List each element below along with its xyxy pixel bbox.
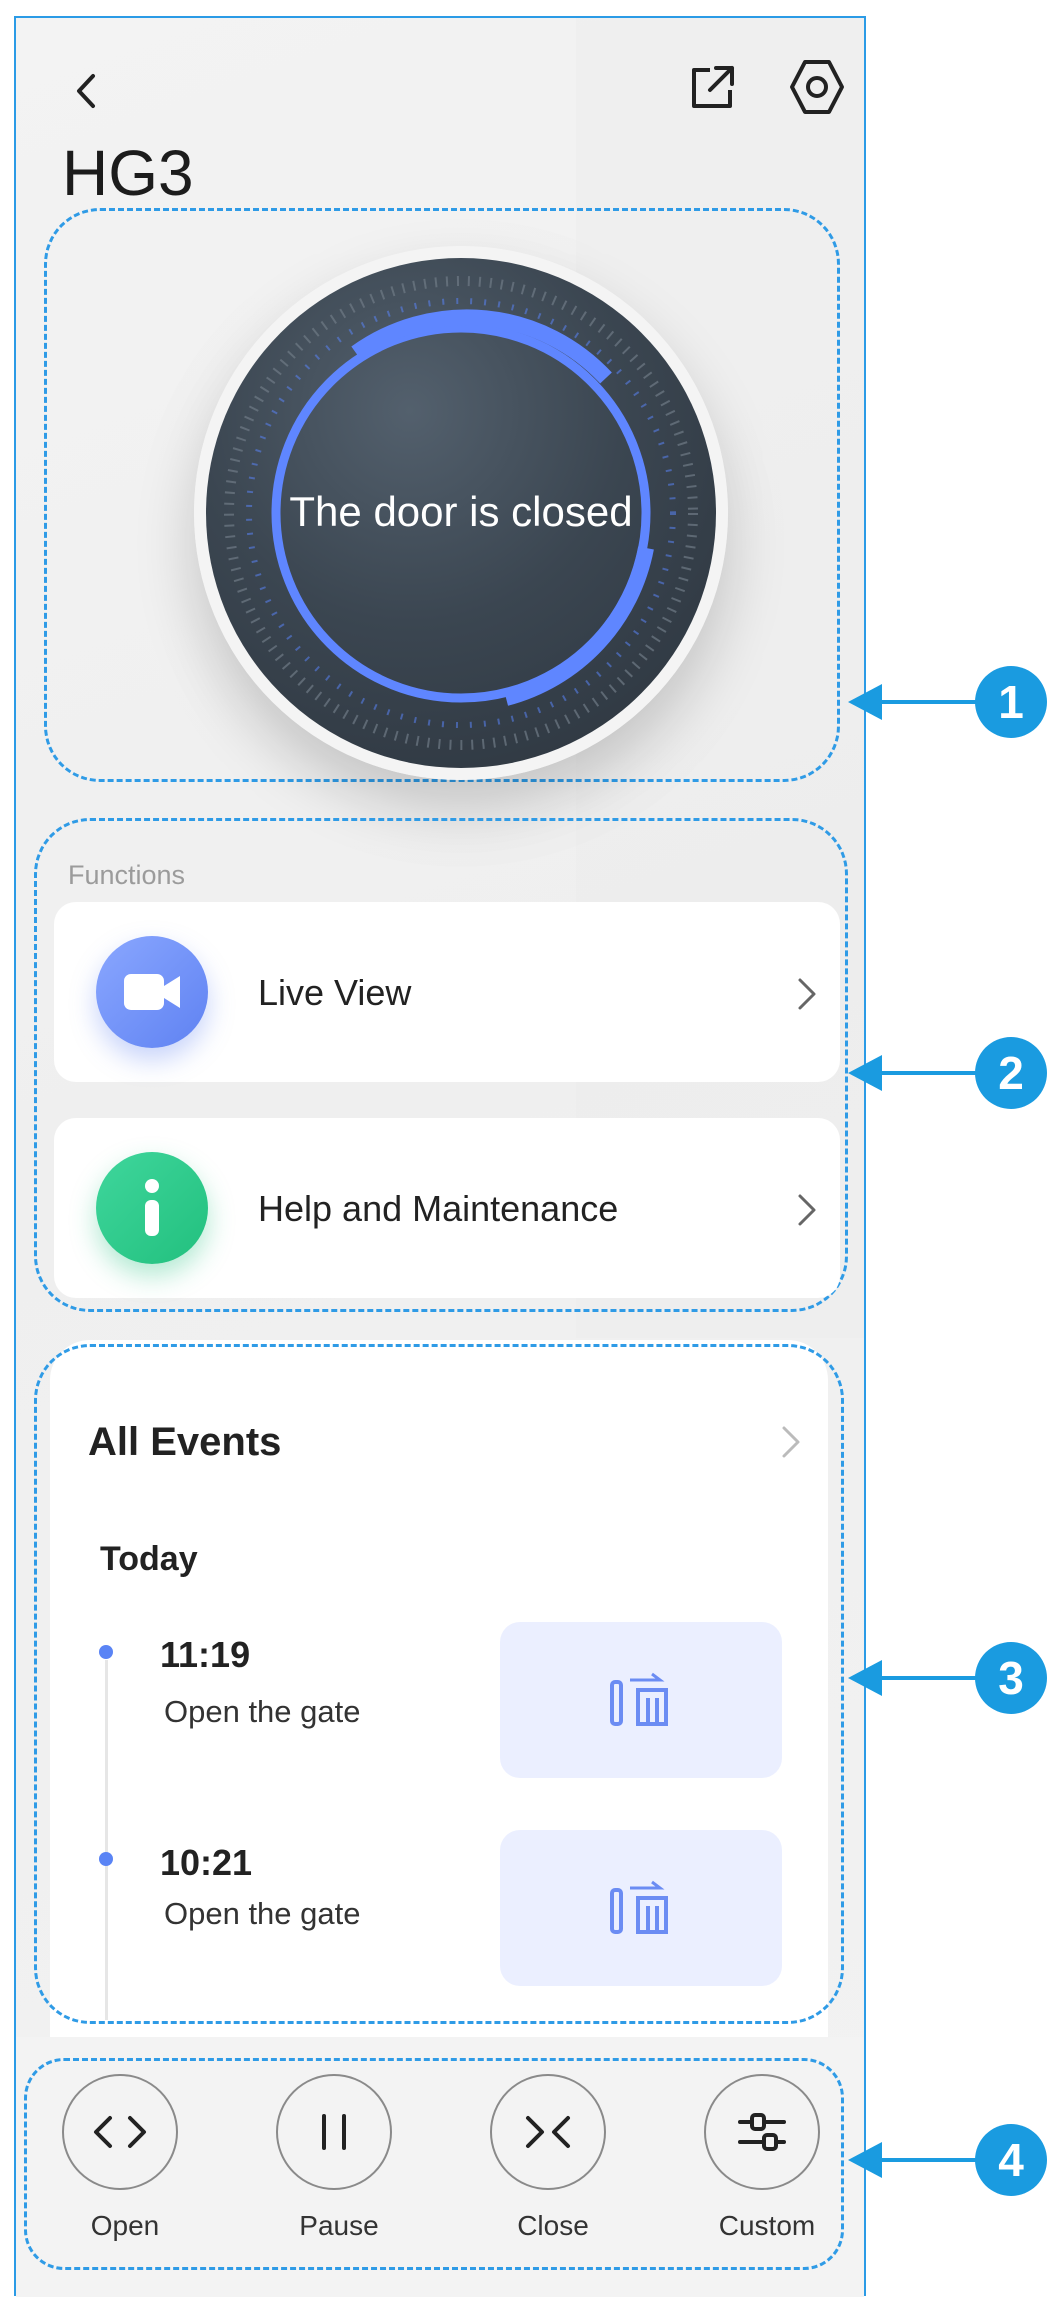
gate-open-icon (610, 1880, 668, 1934)
chevron-right-icon (798, 978, 816, 1010)
live-view-label: Live View (258, 972, 412, 1013)
sliders-icon (738, 2113, 786, 2151)
open-button[interactable] (62, 2074, 178, 2190)
help-maintenance-label: Help and Maintenance (258, 1188, 619, 1229)
callout-badge-4: 4 (975, 2124, 1047, 2196)
callout-arrow-4 (848, 2142, 882, 2178)
callout-badge-1: 1 (975, 666, 1047, 738)
gear-hexagon-icon[interactable] (786, 56, 848, 118)
callout-badge-3: 3 (975, 1642, 1047, 1714)
event-time: 11:19 (160, 1634, 251, 1675)
all-events-link[interactable]: All Events (88, 1420, 281, 1465)
event-description: Open the gate (164, 1694, 361, 1729)
callout-line-1 (878, 700, 978, 704)
callout-badge-2: 2 (975, 1037, 1047, 1109)
custom-button[interactable] (704, 2074, 820, 2190)
timeline-dot (99, 1852, 113, 1866)
pause-button[interactable] (276, 2074, 392, 2190)
chevron-right-icon[interactable] (780, 1424, 802, 1460)
pause-label: Pause (299, 2210, 379, 2241)
callout-arrow-2 (848, 1055, 882, 1091)
custom-label: Custom (718, 2210, 816, 2241)
close-arrows-icon (526, 2116, 570, 2148)
timeline-dot (99, 1645, 113, 1659)
close-button[interactable] (490, 2074, 606, 2190)
help-maintenance-card[interactable]: Help and Maintenance (54, 1118, 840, 1298)
event-time: 10:21 (160, 1842, 253, 1883)
open-label: Open (90, 2210, 160, 2241)
external-link-icon[interactable] (684, 60, 740, 116)
info-icon (96, 1152, 208, 1264)
pause-icon (322, 2114, 346, 2150)
callout-line-3 (878, 1676, 978, 1680)
callout-arrow-1 (848, 684, 882, 720)
chevron-right-icon (798, 1194, 816, 1226)
timeline-line (105, 1660, 108, 2020)
event-thumbnail[interactable] (500, 1622, 782, 1778)
live-view-card[interactable]: Live View (54, 902, 840, 1082)
event-thumbnail[interactable] (500, 1830, 782, 1986)
video-camera-icon (96, 936, 208, 1048)
section-label-functions: Functions (68, 860, 186, 890)
callout-arrow-3 (848, 1660, 882, 1696)
chevron-left-icon[interactable] (63, 66, 113, 116)
callout-line-4 (878, 2158, 978, 2162)
open-arrows-icon (94, 2116, 146, 2148)
event-description: Open the gate (164, 1896, 361, 1931)
door-status-dial[interactable]: The door is closed (206, 258, 716, 768)
gate-open-icon (610, 1672, 668, 1726)
day-label: Today (100, 1540, 198, 1578)
close-label: Close (517, 2210, 589, 2241)
door-status-text: The door is closed (289, 488, 633, 535)
page-title: HG3 (62, 137, 194, 209)
callout-line-2 (878, 1071, 978, 1075)
